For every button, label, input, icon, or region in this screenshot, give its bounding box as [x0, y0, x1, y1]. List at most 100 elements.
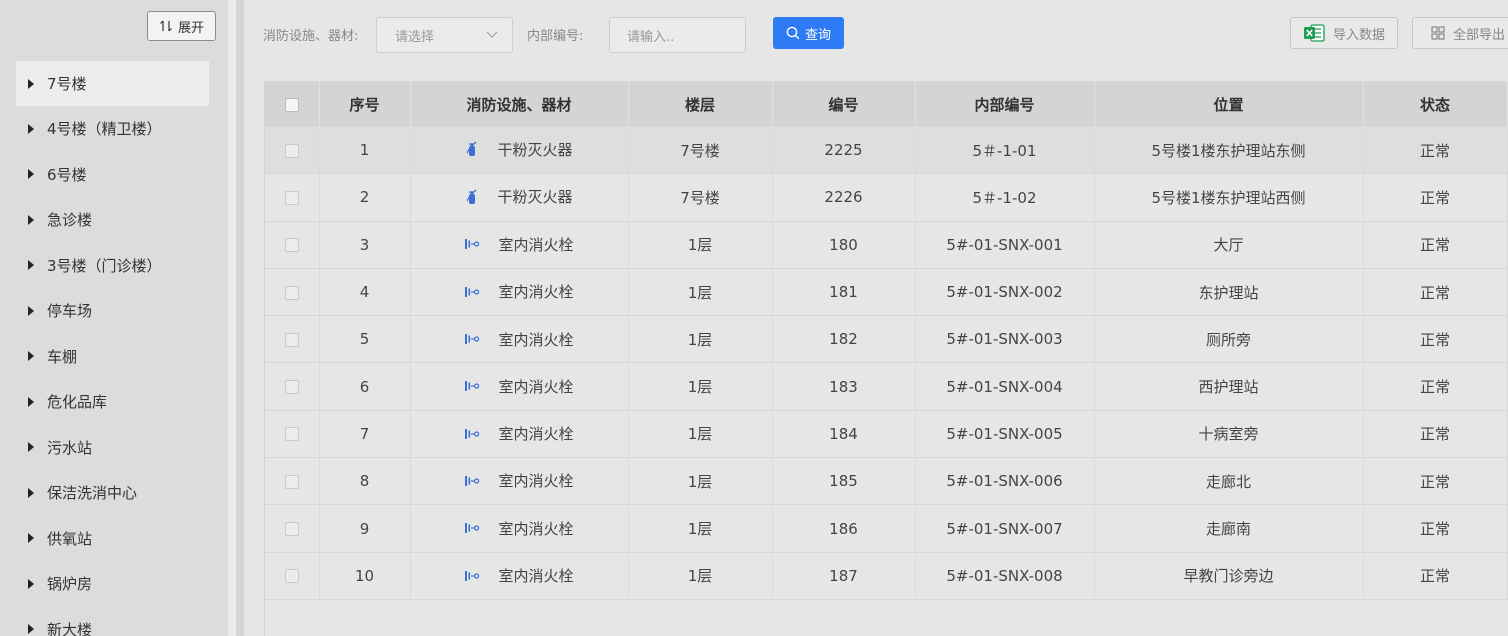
table-row[interactable]: 2 干粉灭火器 7号楼 2226 5＃-1-02 5号楼1楼东护理站西侧 正常: [265, 173, 1508, 222]
equipment-select[interactable]: 请选择: [376, 17, 513, 53]
table-row[interactable]: 5 室内消火栓 1层 182 5#-01-SNX-003 厕所旁 正常: [265, 315, 1508, 364]
tree-item-label: 7号楼: [47, 75, 87, 93]
table-row[interactable]: 10 室内消火栓 1层 187 5#-01-SNX-008 早教门诊旁边 正常: [265, 552, 1508, 600]
caret-right-icon[interactable]: [28, 578, 34, 589]
row-checkbox[interactable]: [284, 285, 299, 300]
tree-item-label: 3号楼（门诊楼）: [47, 256, 162, 275]
row-checkbox[interactable]: [284, 474, 299, 489]
cell-equipment: 室内消火栓: [410, 362, 629, 411]
tree-item[interactable]: 4号楼（精卫楼）: [16, 106, 209, 152]
tree-item[interactable]: 污水站: [16, 425, 209, 471]
import-data-label: 导入数据: [1333, 27, 1386, 43]
cell-floor: 1层: [628, 221, 773, 269]
cell-location: 厕所旁: [1094, 315, 1364, 364]
cell-status: 正常: [1363, 173, 1508, 222]
header-no[interactable]: 序号: [319, 81, 411, 127]
header-floor[interactable]: 楼层: [628, 81, 773, 127]
fire-hydrant-icon: [464, 569, 489, 583]
select-all-checkbox[interactable]: [284, 97, 299, 112]
cell-equipment: 室内消火栓: [410, 221, 629, 269]
cell-status: 正常: [1363, 127, 1508, 175]
tree-item[interactable]: 锅炉房: [16, 561, 209, 607]
expand-button[interactable]: 展开: [147, 11, 216, 41]
cell-internal-code: 5#-01-SNX-001: [915, 221, 1095, 269]
header-status[interactable]: 状态: [1363, 81, 1508, 127]
caret-right-icon[interactable]: [28, 78, 34, 89]
table-row[interactable]: 3 室内消火栓 1层 180 5#-01-SNX-001 大厅 正常: [265, 221, 1508, 269]
cell-location: 东护理站: [1094, 268, 1364, 317]
row-checkbox[interactable]: [284, 238, 299, 253]
row-select-cell: [265, 552, 320, 600]
query-button[interactable]: 查询: [773, 17, 844, 49]
caret-right-icon[interactable]: [28, 487, 34, 498]
header-equipment[interactable]: 消防设施、器材: [410, 81, 629, 127]
cell-no: 8: [319, 457, 411, 506]
table-row[interactable]: 7 室内消火栓 1层 184 5#-01-SNX-005 十病室旁 正常: [265, 410, 1508, 459]
cell-location: 早教门诊旁边: [1094, 552, 1364, 600]
caret-right-icon[interactable]: [28, 351, 34, 362]
cell-location: 十病室旁: [1094, 410, 1364, 459]
fire-hydrant-icon: [464, 379, 489, 393]
caret-right-icon[interactable]: [28, 533, 34, 544]
tree-item[interactable]: 车棚: [16, 334, 209, 380]
cell-floor: 7号楼: [628, 173, 773, 222]
caret-right-icon[interactable]: [28, 396, 34, 407]
tree-item[interactable]: 急诊楼: [16, 197, 209, 243]
cell-code: 182: [772, 315, 916, 364]
tree-item[interactable]: 3号楼（门诊楼）: [16, 243, 209, 289]
sidebar-scrollbar[interactable]: [228, 0, 236, 636]
caret-right-icon[interactable]: [28, 260, 34, 271]
cell-no: 2: [319, 173, 411, 222]
cell-no: 1: [319, 127, 411, 175]
table-row[interactable]: 6 室内消火栓 1层 183 5#-01-SNX-004 西护理站 正常: [265, 362, 1508, 411]
table-row[interactable]: 4 室内消火栓 1层 181 5#-01-SNX-002 东护理站 正常: [265, 268, 1508, 317]
cell-equipment: 室内消火栓: [410, 268, 629, 317]
cell-location: 走廊北: [1094, 457, 1364, 506]
table-row[interactable]: 1 干粉灭火器 7号楼 2225 5＃-1-01 5号楼1楼东护理站东侧 正常: [265, 127, 1508, 175]
header-internal-code[interactable]: 内部编号: [915, 81, 1095, 127]
query-label: 查询: [804, 27, 831, 43]
tree-item[interactable]: 新大楼: [16, 607, 209, 636]
row-checkbox[interactable]: [284, 190, 299, 205]
tree-item-label: 停车场: [47, 302, 93, 321]
cell-equipment: 室内消火栓: [410, 410, 629, 459]
cell-floor: 1层: [628, 457, 773, 506]
export-all-button[interactable]: 全部导出: [1412, 17, 1508, 49]
cell-status: 正常: [1363, 268, 1508, 317]
tree-item[interactable]: 停车场: [16, 288, 209, 334]
header-location[interactable]: 位置: [1094, 81, 1364, 127]
tree-item[interactable]: 7号楼: [16, 61, 209, 106]
tree-item-label: 6号楼: [47, 165, 87, 184]
cell-code: 2225: [772, 127, 916, 175]
import-data-button[interactable]: 导入数据: [1290, 17, 1398, 49]
tree-item[interactable]: 6号楼: [16, 152, 209, 198]
caret-right-icon[interactable]: [28, 305, 34, 316]
caret-right-icon[interactable]: [28, 214, 34, 225]
row-checkbox[interactable]: [284, 569, 299, 584]
chevron-down-icon: [486, 31, 498, 38]
row-checkbox[interactable]: [284, 522, 299, 537]
internal-code-input[interactable]: 请输入..: [609, 17, 746, 53]
row-checkbox[interactable]: [284, 380, 299, 395]
table-row[interactable]: 9 室内消火栓 1层 186 5#-01-SNX-007 走廊南 正常: [265, 504, 1508, 553]
cell-location: 5号楼1楼东护理站东侧: [1094, 127, 1364, 175]
header-code[interactable]: 编号: [772, 81, 916, 127]
cell-internal-code: 5#-01-SNX-002: [915, 268, 1095, 317]
panel-divider[interactable]: [236, 0, 244, 636]
caret-right-icon[interactable]: [28, 442, 34, 453]
row-select-cell: [265, 127, 320, 175]
row-checkbox[interactable]: [284, 143, 299, 158]
table-row[interactable]: 8 室内消火栓 1层 185 5#-01-SNX-006 走廊北 正常: [265, 457, 1508, 506]
caret-right-icon[interactable]: [28, 624, 34, 635]
tree-item[interactable]: 保洁洗消中心: [16, 470, 209, 516]
export-all-label: 全部导出: [1453, 27, 1506, 43]
caret-right-icon[interactable]: [28, 123, 34, 134]
tree-item[interactable]: 危化品库: [16, 379, 209, 425]
sidebar: 展开 7号楼 4号楼（精卫楼） 6号楼急诊楼 3号楼（门诊楼） 停车场车棚 危化品库 污水站…: [0, 0, 228, 636]
caret-right-icon[interactable]: [28, 169, 34, 180]
tree-item[interactable]: 供氧站: [16, 516, 209, 562]
cell-no: 7: [319, 410, 411, 459]
cell-floor: 1层: [628, 315, 773, 364]
row-checkbox[interactable]: [284, 332, 299, 347]
row-checkbox[interactable]: [284, 427, 299, 442]
